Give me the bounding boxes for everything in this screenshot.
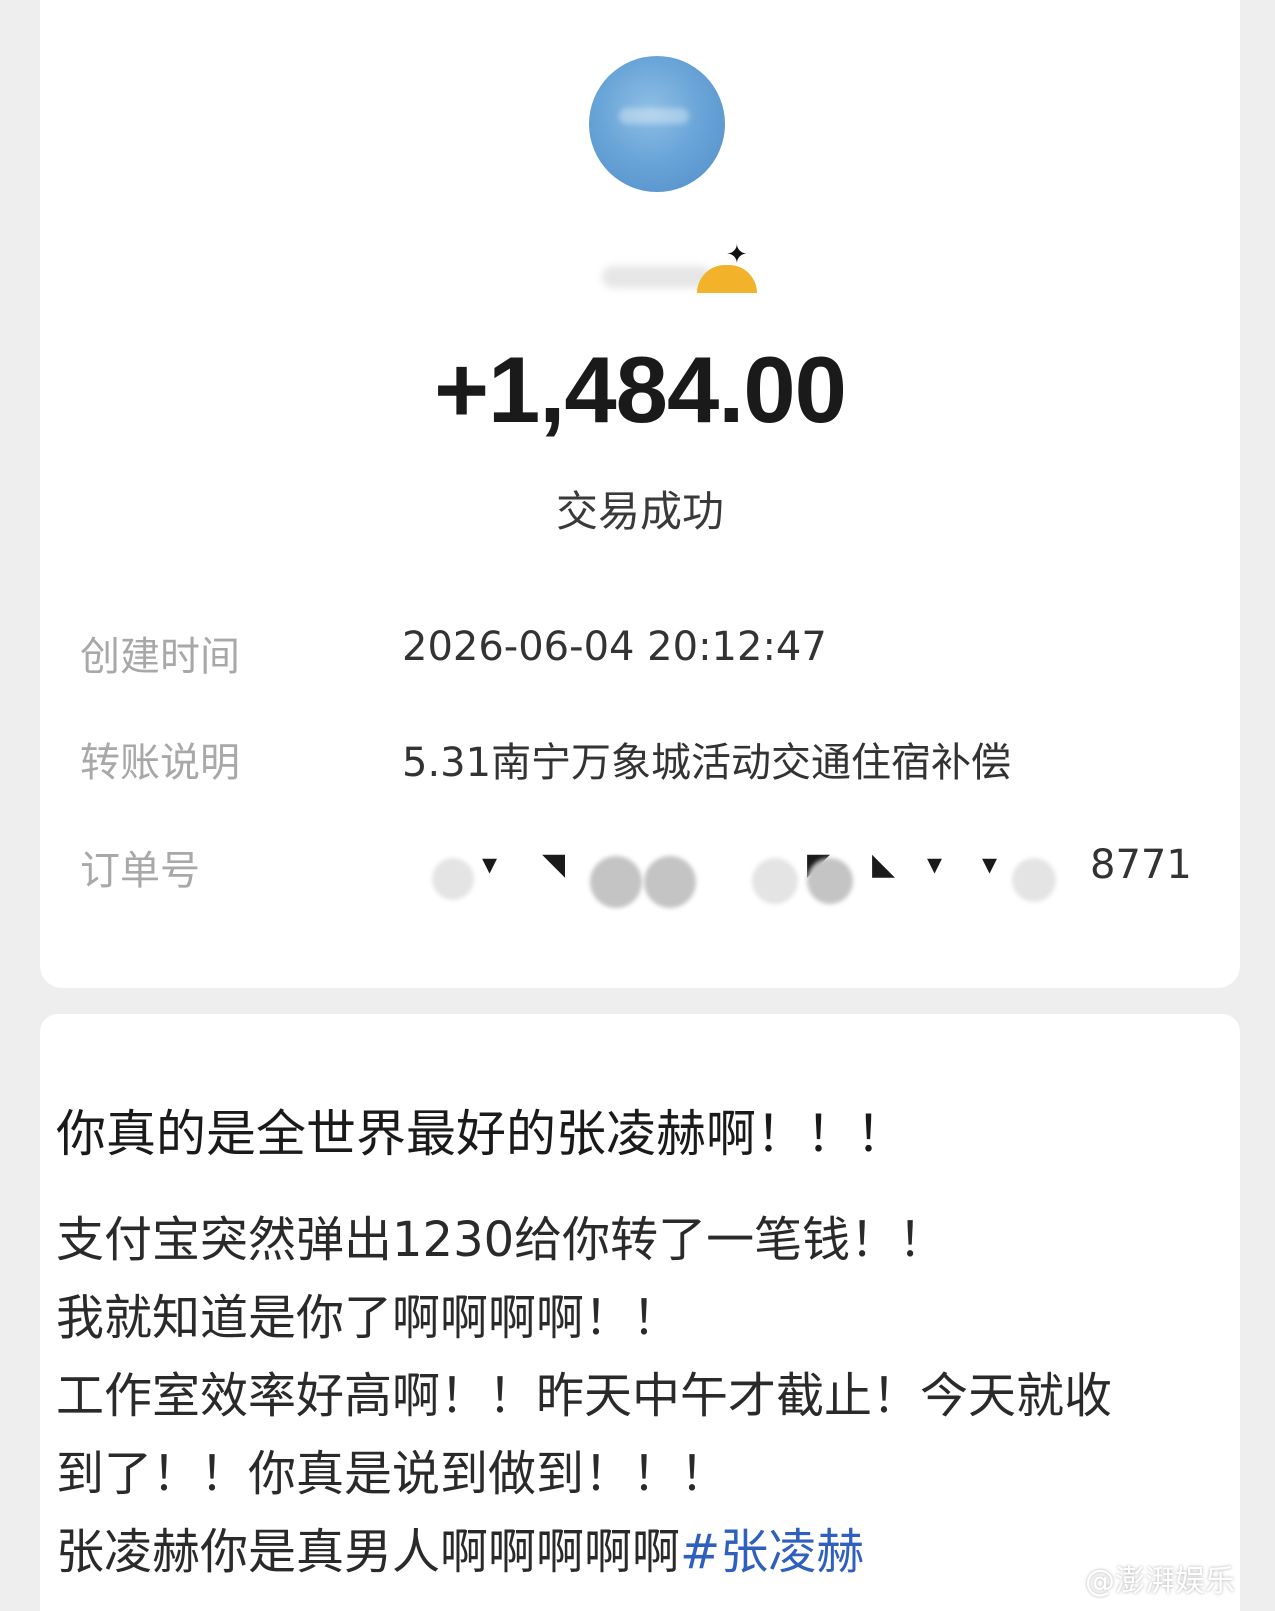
transaction-status: 交易成功 bbox=[555, 487, 724, 536]
post-line: 支付宝突然弹出1230给你转了一笔钱！！ bbox=[56, 1212, 947, 1268]
detail-label: 转账说明 bbox=[80, 740, 240, 786]
order-number-visible-tail: 8771 bbox=[1090, 842, 1192, 888]
post-line: 工作室效率好高啊！！昨天中午才截止！今天就收 bbox=[56, 1368, 1113, 1424]
redaction-tick: ▾ bbox=[982, 847, 998, 882]
transaction-receipt-card: ✦ +1,484.00 交易成功 创建时间 2026-06-04 20:12:4… bbox=[40, 0, 1240, 988]
avatar-cloud-decoration bbox=[619, 108, 689, 124]
weibo-icon bbox=[1041, 1567, 1081, 1599]
redaction-tick: ▾ bbox=[927, 847, 943, 882]
redaction-dot bbox=[1012, 858, 1056, 902]
detail-label: 订单号 bbox=[80, 848, 200, 894]
hashtag-link[interactable]: #张凌赫 bbox=[680, 1524, 864, 1580]
post-line: 到了！！你真是说到做到！！！ bbox=[56, 1446, 729, 1502]
payer-avatar[interactable] bbox=[589, 56, 725, 192]
redaction-tick: ▾ bbox=[482, 847, 498, 882]
source-watermark: @澎湃娱乐 bbox=[1041, 1556, 1235, 1600]
post-line-text: 张凌赫你是真男人啊啊啊啊啊 bbox=[56, 1524, 681, 1580]
redaction-dot bbox=[807, 858, 853, 904]
payer-name-obscured: ✦ bbox=[602, 240, 762, 300]
redaction-dot bbox=[432, 858, 474, 900]
redaction-dot bbox=[590, 856, 642, 908]
name-blur-mask bbox=[602, 266, 712, 288]
detail-value: 5.31南宁万象城活动交通住宿补偿 bbox=[402, 740, 1012, 786]
post-line: 我就知道是你了啊啊啊啊！！ bbox=[56, 1290, 681, 1346]
redaction-dot bbox=[752, 858, 798, 904]
order-number-redaction: ▾ ◥ ◤ ◣ ▾ ▾ bbox=[402, 838, 1172, 918]
redaction-tick: ◣ bbox=[872, 847, 896, 882]
transaction-amount: +1,484.00 bbox=[434, 337, 847, 442]
post-title: 你真的是全世界最好的张凌赫啊！！！ bbox=[56, 1105, 906, 1163]
redaction-dot bbox=[644, 856, 696, 908]
detail-value: 2026-06-04 20:12:47 bbox=[402, 624, 827, 670]
redaction-tick: ◥ bbox=[542, 847, 566, 882]
post-line-with-hashtag: 张凌赫你是真男人啊啊啊啊啊#张凌赫 bbox=[56, 1512, 864, 1582]
watermark-text: @澎湃娱乐 bbox=[1085, 1564, 1235, 1599]
sparkle-icon: ✦ bbox=[726, 240, 748, 270]
detail-label: 创建时间 bbox=[80, 634, 240, 680]
